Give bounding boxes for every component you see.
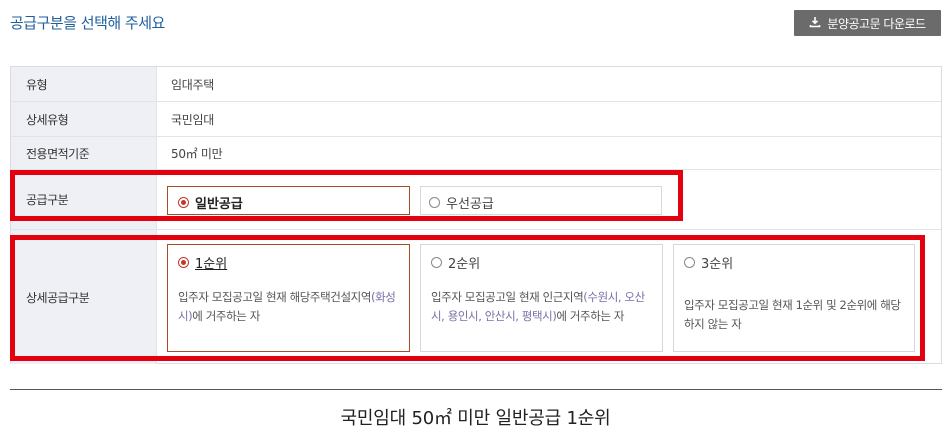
option-description: 입주자 모집공고일 현재 해당주택건설지역(화성시)에 거주하는 자 [178,290,396,323]
row-value: 국민임대 [171,112,214,127]
radio-selected-icon[interactable] [178,257,189,268]
selection-summary: 국민임대 50㎡ 미만 일반공급 1순위 [340,408,611,429]
option-description: 입주자 모집공고일 현재 1순위 및 2순위에 해당하지 않는 자 [684,298,901,331]
option-label: 1순위 [195,257,228,272]
detail-option-rank2[interactable]: 2순위 입주자 모집공고일 현재 인근지역(수원시, 오산시, 용인시, 안산시… [420,244,663,352]
supply-form: 유형 임대주택 상세유형 국민임대 전용면적기준 50㎡ 미만 공급구분 상세공… [10,66,942,364]
option-label: 2순위 [448,257,481,272]
section-divider [10,389,942,390]
detail-option-rank3[interactable]: 3순위 입주자 모집공고일 현재 1순위 및 2순위에 해당하지 않는 자 [673,244,915,352]
row-label: 유형 [11,67,157,101]
row-label: 공급구분 [11,170,157,229]
supply-option-priority[interactable]: 우선공급 [420,186,662,215]
row-detail-type: 상세유형 국민임대 [11,102,941,137]
row-area: 전용면적기준 50㎡ 미만 [11,137,941,170]
option-label: 우선공급 [446,197,494,212]
page-title: 공급구분을 선택해 주세요 [10,14,165,32]
detail-option-rank1[interactable]: 1순위 입주자 모집공고일 현재 해당주택건설지역(화성시)에 거주하는 자 [167,244,410,352]
option-description: 입주자 모집공고일 현재 인근지역(수원시, 오산시, 용인시, 안산시, 평택… [431,290,645,323]
radio-unselected-icon[interactable] [429,197,440,208]
radio-unselected-icon[interactable] [684,257,695,268]
supply-option-general[interactable]: 일반공급 [167,186,410,215]
row-label: 상세유형 [11,102,157,136]
option-label: 3순위 [701,257,734,272]
row-value: 50㎡ 미만 [171,146,223,161]
download-icon [809,16,821,31]
row-value: 임대주택 [171,77,214,92]
radio-unselected-icon[interactable] [431,257,442,268]
download-label: 분양공고문 다운로드 [827,16,926,31]
row-type: 유형 임대주택 [11,67,941,102]
option-label: 일반공급 [195,197,243,212]
row-label: 전용면적기준 [11,137,157,169]
download-notice-button[interactable]: 분양공고문 다운로드 [794,10,941,36]
row-label: 상세공급구분 [11,230,157,364]
radio-selected-icon[interactable] [178,197,189,208]
